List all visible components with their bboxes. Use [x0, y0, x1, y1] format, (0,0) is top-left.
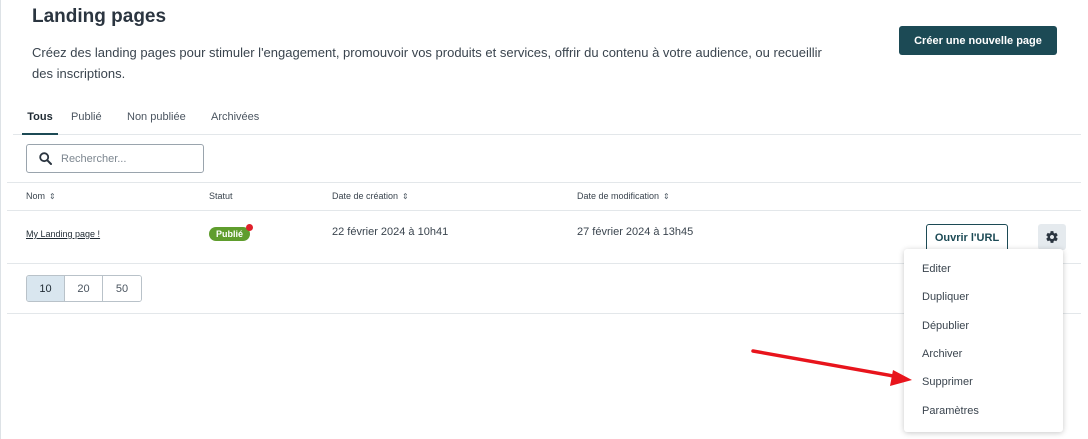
sort-icon: ⇕ [402, 191, 409, 201]
menu-item-edit[interactable]: Editer [904, 255, 1063, 283]
sort-icon: ⇕ [663, 191, 670, 201]
menu-item-delete[interactable]: Supprimer [904, 368, 1063, 396]
modified-date: 27 février 2024 à 13h45 [577, 226, 694, 238]
menu-item-unpublish[interactable]: Dépublier [904, 312, 1063, 340]
status-badge: Publié [209, 224, 254, 241]
gear-icon [1046, 231, 1058, 243]
search-input[interactable] [61, 152, 191, 165]
search-icon [39, 152, 52, 165]
tab-published[interactable]: Publié [71, 107, 102, 135]
column-name[interactable]: Nom ⇕ [26, 191, 56, 201]
menu-item-archive[interactable]: Archiver [904, 340, 1063, 368]
tab-all[interactable]: Tous [22, 107, 58, 135]
menu-item-settings[interactable]: Paramètres [904, 396, 1063, 424]
column-modified[interactable]: Date de modification ⇕ [577, 191, 670, 201]
column-created[interactable]: Date de création ⇕ [332, 191, 409, 201]
page-size-50[interactable]: 50 [103, 276, 141, 301]
row-settings-button[interactable] [1038, 224, 1066, 250]
page-title: Landing pages [32, 6, 167, 27]
page-size-selector: 10 20 50 [26, 275, 142, 302]
status-tabs: Tous Publié Non publiée Archivées [13, 107, 1081, 135]
tab-unpublished[interactable]: Non publiée [127, 107, 186, 135]
create-page-button[interactable]: Créer une nouvelle page [899, 26, 1057, 55]
created-date: 22 février 2024 à 10h41 [332, 226, 449, 238]
tab-archived[interactable]: Archivées [211, 107, 259, 135]
row-actions-menu: Editer Dupliquer Dépublier Archiver Supp… [904, 249, 1063, 432]
landing-page-name-link[interactable]: My Landing page ! [26, 229, 100, 239]
menu-item-duplicate[interactable]: Dupliquer [904, 283, 1063, 311]
page-description: Créez des landing pages pour stimuler l'… [32, 45, 822, 81]
open-url-button[interactable]: Ouvrir l'URL [926, 224, 1008, 252]
notification-dot [246, 224, 254, 231]
column-status: Statut [209, 191, 233, 201]
landing-pages-page: Landing pages Créez des landing pages po… [0, 0, 1088, 439]
search-box[interactable] [26, 144, 204, 173]
page-size-20[interactable]: 20 [65, 276, 103, 301]
page-size-10[interactable]: 10 [27, 276, 65, 301]
sort-icon: ⇕ [49, 191, 56, 201]
table-header: Nom ⇕ Statut Date de création ⇕ Date de … [7, 182, 1081, 211]
